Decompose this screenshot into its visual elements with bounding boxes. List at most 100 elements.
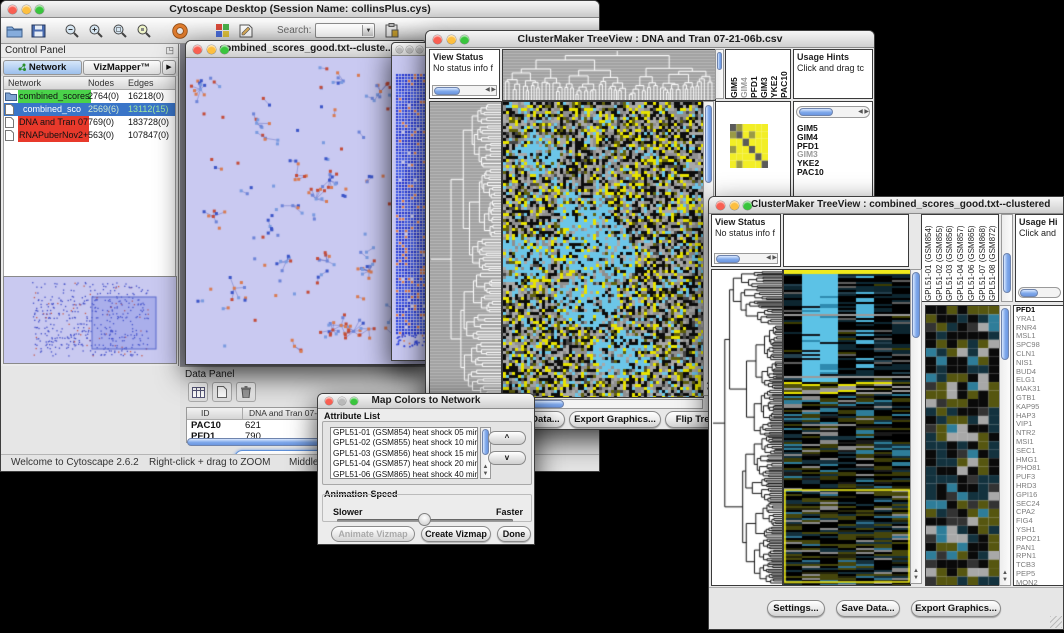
move-down-button[interactable]: v (488, 451, 526, 465)
done-button[interactable]: Done (497, 526, 531, 542)
tv2-status-scrollbar[interactable]: ◀ ▶ (714, 253, 778, 264)
tv2-column-label[interactable]: GPL51-02 (GSM855) (935, 215, 945, 301)
attribute-list-item[interactable]: GPL51-03 (GSM856) heat shock 15 min (331, 449, 477, 459)
background-network-window (391, 42, 428, 361)
tv1-column-label[interactable]: YKE2 (769, 51, 778, 98)
move-up-button[interactable]: ^ (488, 431, 526, 445)
animate-vizmap-button[interactable]: Animate Vizmap (331, 526, 415, 542)
close-button[interactable] (716, 201, 725, 210)
dense-network-canvas[interactable] (392, 56, 427, 360)
zoom-button[interactable] (35, 5, 44, 14)
tv1-column-dendrogram[interactable] (502, 49, 716, 101)
resize-grip[interactable] (1050, 616, 1062, 628)
float-panel-icon[interactable]: ◳ (165, 45, 174, 56)
tv1-column-labels: GIM5GIM4PFD1GIM3YKE2PAC10 (725, 49, 791, 99)
network-list-header[interactable]: Network Nodes Edges (4, 77, 175, 90)
help-ring-icon[interactable] (171, 22, 189, 40)
network-list-row[interactable]: RNAPuberNov2+563(0)107847(0) (4, 129, 175, 142)
snapshot-icon[interactable] (213, 22, 231, 40)
tab-overflow-button[interactable]: ▶ (162, 60, 176, 75)
tv1-similarity-matrix[interactable] (730, 124, 768, 168)
tv2-button-save-data[interactable]: Save Data... (836, 600, 900, 617)
tv2-column-label[interactable]: GPL51-01 (GSM854) (924, 215, 934, 301)
tv2-button-export-graphics[interactable]: Export Graphics... (911, 600, 1001, 617)
main-title-bar[interactable]: Cytoscape Desktop (Session Name: collins… (1, 1, 599, 18)
tab-vizmapper[interactable]: VizMapper™ (83, 60, 162, 75)
tv2-column-label[interactable]: GPL51-07 (GSM868) (978, 215, 988, 301)
zoom-out-icon[interactable] (63, 22, 81, 40)
slider-thumb[interactable] (418, 513, 431, 526)
dialog-title-bar[interactable]: Map Colors to Network (318, 394, 534, 409)
animation-speed-slider[interactable] (337, 519, 513, 522)
zoom-button[interactable] (416, 46, 423, 53)
open-folder-icon[interactable] (5, 22, 23, 40)
zoom-in-icon[interactable] (87, 22, 105, 40)
attribute-list-item[interactable]: GPL51-01 (GSM854) heat shock 05 min (331, 428, 477, 438)
tv1-column-label[interactable]: GIM5 (729, 51, 738, 98)
tv2-title-bar[interactable]: ClusterMaker TreeView : combined_scores_… (709, 197, 1063, 214)
tv1-header-scrollbar[interactable] (715, 49, 724, 99)
tv1-label-scrollbar[interactable]: ◀ ▶ (796, 106, 870, 118)
tv1-status-scrollbar[interactable]: ◀ ▶ (432, 85, 497, 96)
close-button[interactable] (325, 397, 333, 405)
tv2-column-label[interactable]: GPL51-06 (GSM865) (967, 215, 977, 301)
tv1-column-label[interactable]: PAC10 (779, 51, 788, 98)
new-document-icon[interactable] (212, 382, 232, 402)
search-input[interactable]: ▼ (315, 23, 375, 38)
network-list-row[interactable]: DNA and Tran 07769(0)183728(0) (4, 116, 175, 129)
minimize-button[interactable] (338, 397, 346, 405)
minimize-button[interactable] (730, 201, 739, 210)
network-list-row[interactable]: combined_scores2764(0)16218(0) (4, 90, 175, 103)
trash-icon[interactable] (236, 382, 256, 402)
tv2-column-label[interactable]: GPL51-04 (GSM857) (956, 215, 966, 301)
network-list-row[interactable]: combined_sco2569(6)13112(15) (4, 103, 175, 116)
zoom-button[interactable] (350, 397, 358, 405)
close-button[interactable] (396, 46, 403, 53)
close-button[interactable] (193, 45, 202, 54)
tv2-heatmap-vscrollbar[interactable]: ▲▼ (910, 269, 922, 584)
tv2-row-dendrogram[interactable] (711, 269, 783, 586)
tv2-zoom-vscrollbar[interactable]: ▲▼ (999, 305, 1011, 586)
tv2-gene-label[interactable]: MON2 (1016, 579, 1063, 586)
attribute-list-item[interactable]: GPL51-06 (GSM865) heat shock 40 min (331, 470, 477, 479)
tv1-row-dendrogram[interactable] (429, 101, 502, 398)
tv2-zoomed-heatmap[interactable] (925, 305, 1000, 586)
tv1-row-label[interactable]: PAC10 (797, 168, 824, 177)
attribute-list[interactable]: GPL51-01 (GSM854) heat shock 05 minGPL51… (330, 427, 478, 479)
tv1-column-label[interactable]: GIM3 (759, 51, 768, 98)
tv2-collabel-scrollbar[interactable] (1001, 214, 1013, 302)
tv1-column-label[interactable]: GIM4 (739, 51, 748, 98)
table-icon[interactable] (188, 382, 208, 402)
attribute-list-item[interactable]: GPL51-04 (GSM857) heat shock 20 min (331, 459, 477, 469)
tv2-column-label[interactable]: GPL51-08 (GSM872) (988, 215, 998, 301)
tv1-column-label[interactable]: PFD1 (749, 51, 758, 98)
annotation-icon[interactable] (237, 22, 255, 40)
save-icon[interactable] (29, 22, 47, 40)
background-window-title-bar[interactable] (392, 43, 427, 56)
zoom-button[interactable] (460, 35, 469, 44)
minimize-button[interactable] (447, 35, 456, 44)
zoom-button[interactable] (743, 201, 752, 210)
attribute-list-item[interactable]: GPL51-02 (GSM855) heat shock 10 min (331, 438, 477, 448)
minimize-button[interactable] (207, 45, 216, 54)
zoom-button[interactable] (220, 45, 229, 54)
close-button[interactable] (433, 35, 442, 44)
birdseye-view[interactable] (3, 276, 177, 364)
tab-network[interactable]: Network (3, 60, 82, 75)
minimize-button[interactable] (22, 5, 31, 14)
minimize-button[interactable] (406, 46, 413, 53)
tv1-heatmap[interactable] (502, 101, 704, 398)
tv2-usage-hints-title: Usage Hi (1019, 217, 1058, 227)
zoom-selected-icon[interactable] (135, 22, 153, 40)
zoom-fit-icon[interactable] (111, 22, 129, 40)
tv2-column-label[interactable]: GPL51-03 (GSM856) (945, 215, 955, 301)
clipboard-icon[interactable] (383, 22, 401, 40)
close-button[interactable] (8, 5, 17, 14)
tv1-button-export-graphics[interactable]: Export Graphics... (569, 411, 661, 428)
tv1-title-bar[interactable]: ClusterMaker TreeView : DNA and Tran 07-… (426, 31, 874, 48)
tv2-button-settings[interactable]: Settings... (767, 600, 825, 617)
tv2-hints-scrollbar[interactable] (1018, 287, 1061, 298)
search-dropdown-icon[interactable]: ▼ (362, 25, 373, 36)
tv2-heatmap[interactable] (783, 269, 911, 586)
create-vizmap-button[interactable]: Create Vizmap (421, 526, 491, 542)
